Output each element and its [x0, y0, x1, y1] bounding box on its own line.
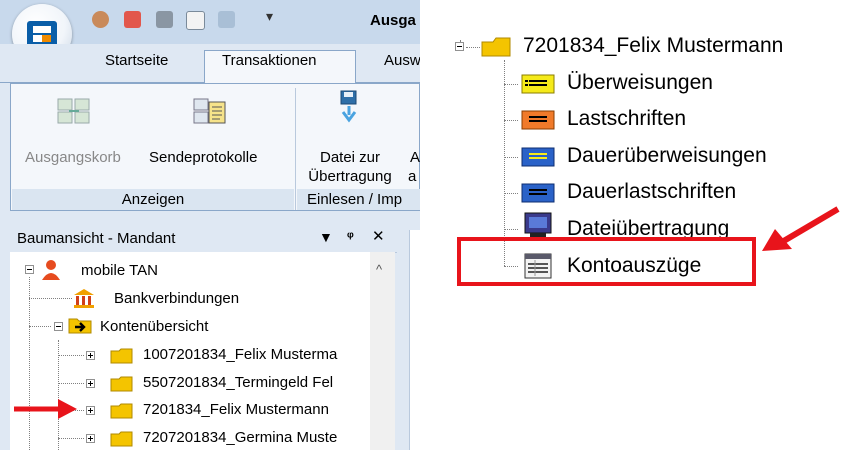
panel-title: Baumansicht - Mandant	[17, 230, 176, 247]
datei-uebertragung-icon	[340, 90, 357, 123]
folder-icon	[110, 403, 133, 419]
panel-pin-icon[interactable]: ᵠ	[347, 228, 354, 244]
panel-dropdown-icon[interactable]: ▼	[319, 229, 333, 245]
tree-item-mobile-tan[interactable]: mobile TAN	[81, 262, 158, 279]
tree-item-account[interactable]: 1007201834_Felix Musterma	[143, 346, 337, 363]
tree-line	[504, 120, 518, 121]
application-window: ▾ Ausga Startseite Transaktionen Ausw Au…	[0, 0, 420, 450]
expand-toggle[interactable]	[86, 351, 95, 360]
tree-view-icon[interactable]	[218, 11, 235, 28]
content-pane	[409, 230, 420, 450]
red-arrow-annotation	[14, 399, 77, 419]
datei-zur-uebertragung-button[interactable]: Datei zur Übertragung	[302, 148, 398, 186]
user-tan-icon	[42, 260, 60, 280]
tree-line	[504, 229, 518, 230]
tree-line	[29, 326, 51, 327]
tree-item-account-highlighted[interactable]: 7201834_Felix Mustermann	[143, 401, 329, 418]
folder-icon	[481, 37, 511, 57]
print-icon[interactable]	[156, 11, 173, 28]
tree-line	[504, 157, 518, 158]
user-icon[interactable]	[92, 11, 109, 28]
tree-item-dauerueberweisungen[interactable]: Dauerüberweisungen	[567, 144, 767, 168]
overflow-label-bottom: a	[408, 168, 417, 185]
tab-startseite[interactable]: Startseite	[105, 52, 168, 69]
tab-transaktionen[interactable]: Transaktionen	[222, 52, 317, 69]
scroll-up-icon[interactable]: ^	[376, 262, 382, 277]
expand-toggle[interactable]	[86, 406, 95, 415]
tree-line	[29, 277, 30, 450]
collapse-toggle[interactable]	[455, 42, 464, 51]
tree-item-account[interactable]: 5507201834_Termingeld Fel	[143, 374, 333, 391]
tree-item-bankverbindungen[interactable]: Bankverbindungen	[114, 290, 239, 307]
tree-line	[58, 438, 84, 439]
tree-line	[466, 47, 480, 48]
datei-label-line1: Datei zur	[319, 149, 381, 166]
tree-item-ueberweisungen[interactable]: Überweisungen	[567, 71, 713, 95]
folder-icon	[110, 348, 133, 364]
tree-item-dauerlastschriften[interactable]: Dauerlastschriften	[567, 180, 736, 204]
red-highlight-box	[457, 237, 756, 286]
group-label-anzeigen: Anzeigen	[12, 189, 294, 210]
overflow-label-top: A	[410, 149, 420, 166]
customize-toolbar-icon[interactable]: ▾	[266, 8, 273, 25]
ueberweisungen-icon	[521, 74, 555, 94]
panel-close-icon[interactable]: ✕	[372, 227, 385, 245]
folder-arrow-icon	[68, 318, 92, 334]
tree-line	[58, 355, 84, 356]
sendeprotokolle-icon	[193, 98, 226, 124]
tree-line	[29, 298, 72, 299]
red-arrow-annotation-right	[762, 206, 840, 251]
dauerlastschriften-icon	[521, 183, 555, 203]
tree-item-lastschriften[interactable]: Lastschriften	[567, 107, 686, 131]
tree-line	[58, 383, 84, 384]
collapse-toggle[interactable]	[25, 265, 34, 274]
delete-icon[interactable]	[124, 11, 141, 28]
group-label-einlesen: Einlesen / Imp	[297, 189, 420, 210]
tree-line	[58, 340, 59, 450]
tree-line	[504, 193, 518, 194]
dateiuebertragung-icon	[524, 212, 552, 237]
tree-line	[504, 60, 505, 266]
zoom-account-label[interactable]: 7201834_Felix Mustermann	[523, 34, 783, 58]
folder-icon	[110, 431, 133, 447]
expand-toggle[interactable]	[86, 434, 95, 443]
vertical-scrollbar[interactable]	[370, 252, 395, 450]
ausgangskorb-button[interactable]: Ausgangskorb	[25, 148, 121, 167]
sendeprotokolle-button[interactable]: Sendeprotokolle	[149, 148, 257, 167]
dauerueberweisungen-icon	[521, 147, 555, 167]
print-preview-icon[interactable]	[186, 11, 205, 30]
ausgangskorb-icon	[57, 98, 90, 124]
tab-auswertungen[interactable]: Ausw	[384, 52, 420, 69]
window-title: Ausga	[370, 12, 416, 29]
tree-item-kontenuebersicht[interactable]: Kontenübersicht	[100, 318, 208, 335]
collapse-toggle[interactable]	[54, 322, 63, 331]
datei-label-line2: Übertragung	[308, 168, 392, 185]
lastschriften-icon	[521, 110, 555, 130]
tree-item-account[interactable]: 7207201834_Germina Muste	[143, 429, 337, 446]
folder-icon	[110, 376, 133, 392]
tree-line	[504, 84, 518, 85]
ribbon-group-separator	[295, 88, 296, 210]
bank-icon	[74, 289, 94, 308]
expand-toggle[interactable]	[86, 379, 95, 388]
